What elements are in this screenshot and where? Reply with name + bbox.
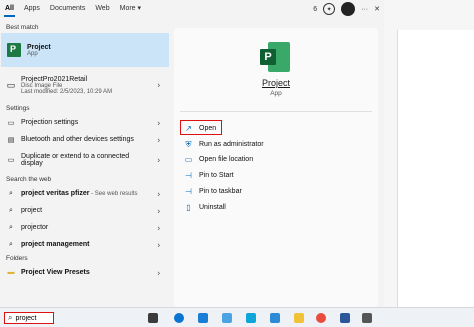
edge-browser-icon[interactable] xyxy=(198,313,208,323)
section-settings: Settings xyxy=(6,105,30,112)
edge-icon[interactable] xyxy=(174,313,184,323)
file-result-projectpro[interactable]: ▭ ProjectPro2021Retail Disc Image File L… xyxy=(0,67,170,103)
setting-bluetooth-label: Bluetooth and other devices settings xyxy=(21,136,134,143)
chevron-right-icon[interactable]: › xyxy=(157,206,160,215)
app-details-panel: P Project App ↗ Open ⛨ Run as administra… xyxy=(174,28,378,307)
more-options-button[interactable]: ··· xyxy=(361,6,368,13)
trash-icon: ▯ xyxy=(186,202,191,212)
action-open-file-location[interactable]: ▭ Open file location xyxy=(184,153,253,165)
folder-project-view-presets[interactable]: ▬ Project View Presets › xyxy=(0,264,170,281)
word-icon[interactable] xyxy=(340,313,350,323)
search-input[interactable] xyxy=(15,314,50,322)
action-pin-taskbar[interactable]: ⊣ Pin to taskbar xyxy=(184,185,242,197)
action-run-as-admin-label: Run as administrator xyxy=(199,140,264,148)
section-search-web: Search the web xyxy=(6,176,52,183)
taskbar: ⌕ xyxy=(0,307,474,327)
action-pin-start-label: Pin to Start xyxy=(199,171,234,179)
search-icon: ⌕ xyxy=(9,240,13,248)
close-button[interactable]: ✕ xyxy=(374,5,380,13)
file-result-modified: Last modified: 2/5/2023, 10:29 AM xyxy=(21,88,113,95)
setting-projection-label: Projection settings xyxy=(21,119,79,126)
setting-duplicate-display[interactable]: ▭ Duplicate or extend to a connected dis… xyxy=(0,148,170,172)
file-result-title: ProjectPro2021Retail xyxy=(21,75,88,83)
chrome-icon[interactable] xyxy=(316,313,326,323)
header-extras: 6 ✦ ··· ✕ xyxy=(313,0,380,18)
rewards-count: 6 xyxy=(313,5,318,13)
shield-icon: ⛨ xyxy=(185,139,192,149)
tab-apps[interactable]: Apps xyxy=(19,0,45,18)
divider xyxy=(180,111,372,112)
mail-icon[interactable] xyxy=(246,313,256,323)
chevron-right-icon[interactable]: › xyxy=(157,156,160,165)
action-open-file-location-label: Open file location xyxy=(199,155,254,163)
tab-more[interactable]: More ▾ xyxy=(115,0,146,18)
rewards-icon[interactable]: ✦ xyxy=(323,3,336,15)
app-title: Project xyxy=(261,78,290,88)
devices-icon: ▤ xyxy=(7,136,15,144)
project-app-icon xyxy=(7,43,21,57)
chevron-right-icon[interactable]: › xyxy=(157,81,160,90)
app-subtitle: App xyxy=(270,90,282,97)
web-result-query: projector xyxy=(21,224,49,231)
setting-duplicate-label-1: Duplicate or extend to a connected xyxy=(21,153,130,160)
tab-web[interactable]: Web xyxy=(90,0,114,18)
pin-icon: ⊣ xyxy=(185,186,192,196)
chevron-right-icon[interactable]: › xyxy=(157,223,160,232)
folder-icon: ▬ xyxy=(7,269,15,276)
search-icon: ⌕ xyxy=(9,206,13,214)
display-icon: ▭ xyxy=(7,157,15,164)
chevron-right-icon[interactable]: › xyxy=(157,268,160,277)
action-uninstall-label: Uninstall xyxy=(199,203,226,211)
web-result-management[interactable]: ⌕ project management › xyxy=(0,236,170,253)
section-folders: Folders xyxy=(6,255,28,262)
tab-documents[interactable]: Documents xyxy=(45,0,90,18)
chevron-right-icon[interactable]: › xyxy=(157,189,160,198)
setting-bluetooth[interactable]: ▤ Bluetooth and other devices settings › xyxy=(0,131,170,148)
chevron-right-icon[interactable]: › xyxy=(157,118,160,127)
chevron-right-icon[interactable]: › xyxy=(157,240,160,249)
disc-image-icon: ▭ xyxy=(6,79,16,90)
action-pin-start[interactable]: ⊣ Pin to Start xyxy=(184,169,234,181)
file-explorer-icon[interactable] xyxy=(294,313,304,323)
avatar[interactable] xyxy=(341,2,356,16)
search-icon: ⌕ xyxy=(9,223,13,231)
web-result-query: project management xyxy=(21,241,90,248)
search-icon: ⌕ xyxy=(9,189,13,197)
setting-duplicate-label-2: display xyxy=(21,160,43,167)
tab-all[interactable]: All xyxy=(0,0,19,18)
action-pin-taskbar-label: Pin to taskbar xyxy=(199,187,242,195)
photos-icon[interactable] xyxy=(270,313,280,323)
best-match-project[interactable]: Project App xyxy=(1,33,169,67)
store-icon[interactable] xyxy=(222,313,232,323)
annotation-box xyxy=(180,120,222,135)
best-match-subtitle: App xyxy=(27,50,38,57)
display-icon: ▭ xyxy=(7,119,15,127)
search-icon: ⌕ xyxy=(8,313,13,322)
setting-projection[interactable]: ▭ Projection settings › xyxy=(0,114,170,131)
document-page xyxy=(397,30,474,307)
web-result-query: project veritas pfizer xyxy=(21,190,90,197)
pin-icon: ⊣ xyxy=(185,170,192,180)
start-search-panel: All Apps Documents Web More ▾ 6 ✦ ··· ✕ … xyxy=(0,0,384,307)
taskbar-search-box[interactable]: ⌕ xyxy=(4,312,54,324)
section-best-match: Best match xyxy=(6,24,39,31)
web-result-suffix: - See web results xyxy=(89,191,138,197)
best-match-title: Project xyxy=(27,43,51,51)
action-run-as-admin[interactable]: ⛨ Run as administrator xyxy=(184,138,264,150)
folder-label: Project View Presets xyxy=(21,269,90,276)
results-list: Best match Project App ▭ ProjectPro2021R… xyxy=(0,18,170,307)
chevron-right-icon[interactable]: › xyxy=(157,135,160,144)
web-result-query: project xyxy=(21,207,43,214)
web-result-projector[interactable]: ⌕ projector › xyxy=(0,219,170,236)
web-result-veritas[interactable]: ⌕ project veritas pfizer - See web resul… xyxy=(0,185,170,202)
app-hero: P Project App xyxy=(174,28,378,106)
project-app-large-icon: P xyxy=(260,42,290,72)
folder-icon: ▭ xyxy=(184,154,193,164)
web-result-project[interactable]: ⌕ project › xyxy=(0,202,170,219)
action-uninstall[interactable]: ▯ Uninstall xyxy=(184,201,226,213)
task-view-icon[interactable] xyxy=(148,313,158,323)
app-icon[interactable] xyxy=(362,313,372,323)
